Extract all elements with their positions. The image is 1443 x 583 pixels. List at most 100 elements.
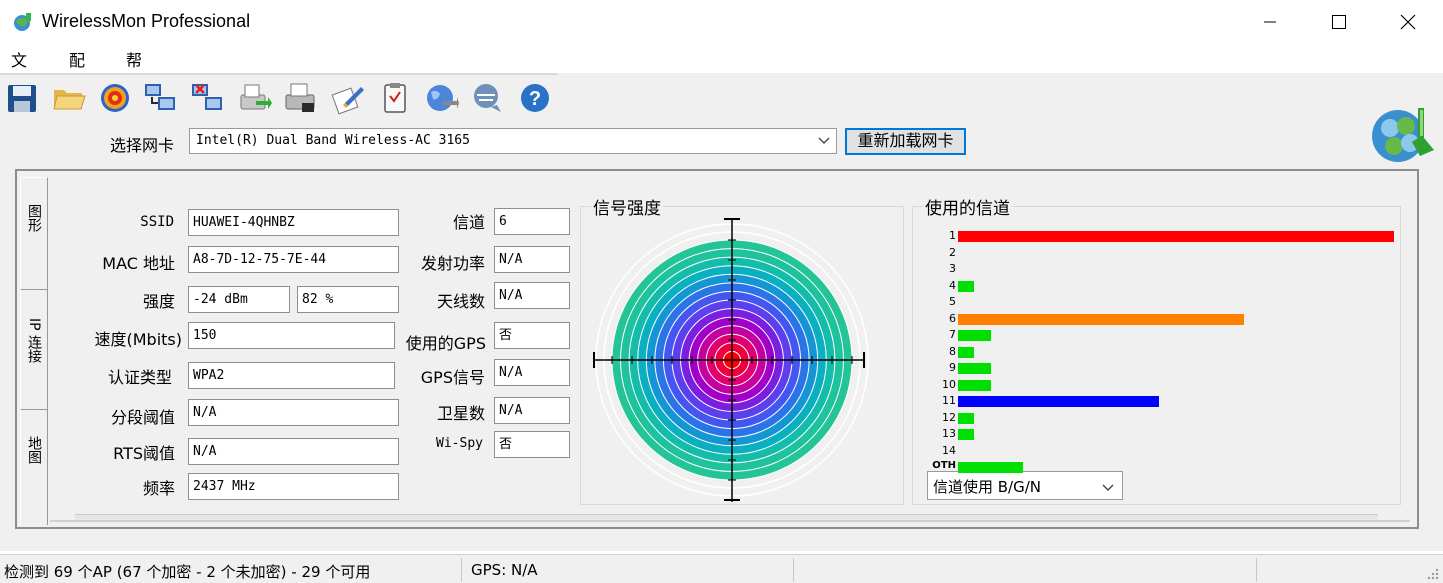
close-button[interactable] bbox=[1373, 0, 1443, 44]
channel-label: 9 bbox=[949, 361, 956, 374]
channel-usage-title: 使用的信道 bbox=[923, 194, 1012, 219]
wispy-label: Wi-Spy bbox=[436, 436, 483, 451]
auth-field: WPA2 bbox=[188, 362, 395, 389]
channel-label: 3 bbox=[949, 262, 956, 275]
channel-label: 6 bbox=[949, 311, 956, 325]
strength-label: 强度 bbox=[142, 292, 175, 311]
window-title: WirelessMon Professional bbox=[42, 11, 251, 31]
txpower-field: N/A bbox=[494, 246, 570, 273]
clipboard-icon[interactable] bbox=[378, 81, 412, 115]
channel-label: 14 bbox=[942, 443, 956, 457]
status-separator bbox=[1256, 558, 1257, 582]
network-connect-icon[interactable] bbox=[143, 81, 177, 115]
channel-label: 7 bbox=[949, 328, 956, 341]
signal-strength-radar bbox=[593, 218, 869, 502]
channel-label: 信道 bbox=[452, 213, 485, 232]
vertical-tab-strip: 图形 IP 连接 地图 bbox=[20, 177, 48, 525]
frag-label: 分段阈值 bbox=[110, 408, 175, 427]
channel-bar bbox=[958, 363, 991, 374]
ssid-label: SSID bbox=[140, 214, 174, 230]
channel-label: 11 bbox=[942, 394, 956, 407]
gps-used-label: 使用的GPS bbox=[405, 334, 486, 353]
tab-ip-connection-label: IP 连接 bbox=[26, 318, 42, 364]
channel-bar bbox=[958, 396, 1159, 407]
channel-label: 10 bbox=[942, 377, 956, 391]
network-disconnect-icon[interactable] bbox=[190, 81, 224, 115]
adapter-select-value: Intel(R) Dual Band Wireless-AC 3165 bbox=[196, 133, 470, 148]
channel-bar bbox=[958, 346, 974, 358]
channel-mode-value: 信道使用 B/G/N bbox=[933, 478, 1042, 496]
close-icon bbox=[1400, 14, 1416, 30]
adapter-select[interactable]: Intel(R) Dual Band Wireless-AC 3165 bbox=[189, 128, 837, 154]
resize-grip-icon[interactable] bbox=[1426, 567, 1440, 581]
chevron-down-icon bbox=[818, 137, 830, 144]
status-separator bbox=[793, 558, 794, 582]
adapter-label: 选择网卡 bbox=[110, 136, 175, 155]
ssid-field: HUAWEI-4QHNBZ bbox=[188, 209, 399, 236]
channel-label: 13 bbox=[942, 427, 956, 440]
channel-label: 2 bbox=[949, 245, 956, 259]
channel-label: 12 bbox=[942, 410, 956, 424]
channel-label: 5 bbox=[949, 295, 956, 308]
reload-adapter-button[interactable]: 重新加载网卡 bbox=[845, 128, 966, 155]
txpower-label: 发射功率 bbox=[420, 254, 485, 273]
app-logo-icon bbox=[14, 13, 31, 31]
save-icon[interactable] bbox=[5, 81, 39, 115]
print-icon[interactable] bbox=[284, 81, 318, 115]
mac-label: MAC 地址 bbox=[102, 254, 175, 273]
export-icon[interactable] bbox=[238, 81, 272, 115]
gps-used-field: 否 bbox=[494, 322, 570, 349]
channel-bar bbox=[958, 231, 1394, 242]
toolbar-divider bbox=[0, 73, 558, 75]
mac-field: A8-7D-12-75-7E-44 bbox=[188, 246, 399, 273]
gps-status: GPS: N/A bbox=[471, 561, 538, 579]
globe-icon[interactable] bbox=[425, 81, 459, 115]
tab-map[interactable]: 地图 bbox=[20, 409, 48, 525]
channel-label: OTH bbox=[932, 460, 956, 471]
tab-map-label: 地图 bbox=[26, 436, 42, 464]
freq-field: 2437 MHz bbox=[188, 473, 399, 500]
channel-bar bbox=[958, 462, 1023, 473]
satellites-field: N/A bbox=[494, 397, 570, 424]
satellites-label: 卫星数 bbox=[436, 404, 485, 423]
wispy-field: 否 bbox=[494, 431, 570, 458]
frame-bottom-divider bbox=[50, 520, 1410, 522]
frag-field: N/A bbox=[188, 399, 399, 426]
strength-dbm-field: -24 dBm bbox=[188, 286, 290, 313]
channel-bar bbox=[958, 379, 991, 391]
auth-label: 认证类型 bbox=[107, 368, 172, 387]
status-bar: 检测到 69 个AP (67 个加密 - 2 个未加密) - 29 个可用 GP… bbox=[0, 554, 1443, 583]
channel-label: 1 bbox=[949, 229, 956, 242]
speed-field: 150 bbox=[188, 322, 395, 349]
minimize-icon bbox=[1264, 21, 1276, 23]
gps-signal-field: N/A bbox=[494, 359, 570, 386]
status-separator bbox=[461, 558, 462, 582]
minimize-button[interactable] bbox=[1235, 0, 1305, 44]
main-panel: ? 选择网卡 Intel(R) Dual Band Wireless-AC 31… bbox=[0, 73, 1443, 551]
settings-icon[interactable] bbox=[331, 81, 365, 115]
chat-icon[interactable] bbox=[471, 81, 505, 115]
channel-mode-select[interactable]: 信道使用 B/G/N bbox=[927, 471, 1123, 500]
maximize-icon bbox=[1332, 15, 1346, 29]
wirelessmon-logo-icon bbox=[1372, 108, 1434, 162]
maximize-button[interactable] bbox=[1304, 0, 1374, 44]
open-folder-icon[interactable] bbox=[52, 81, 86, 115]
tab-graph[interactable]: 图形 bbox=[20, 177, 48, 289]
channel-bar bbox=[958, 429, 974, 440]
channel-bar bbox=[958, 313, 1244, 325]
title-bar: WirelessMon Professional bbox=[0, 0, 1443, 44]
ap-count-status: 检测到 69 个AP (67 个加密 - 2 个未加密) - 29 个可用 bbox=[4, 563, 371, 581]
rts-field: N/A bbox=[188, 438, 399, 465]
strength-percent-field: 82 % bbox=[297, 286, 399, 313]
channel-bar bbox=[958, 330, 991, 341]
gps-signal-label: GPS信号 bbox=[420, 368, 485, 387]
target-icon[interactable] bbox=[98, 81, 132, 115]
channel-label: 4 bbox=[949, 278, 956, 292]
tab-ip-connection[interactable]: IP 连接 bbox=[20, 289, 48, 409]
antenna-field: N/A bbox=[494, 282, 570, 309]
help-icon[interactable]: ? bbox=[518, 81, 552, 115]
speed-label: 速度(Mbits) bbox=[94, 330, 182, 349]
channel-bar bbox=[958, 280, 974, 292]
channel-field: 6 bbox=[494, 208, 570, 235]
channel-label: 8 bbox=[949, 344, 956, 358]
